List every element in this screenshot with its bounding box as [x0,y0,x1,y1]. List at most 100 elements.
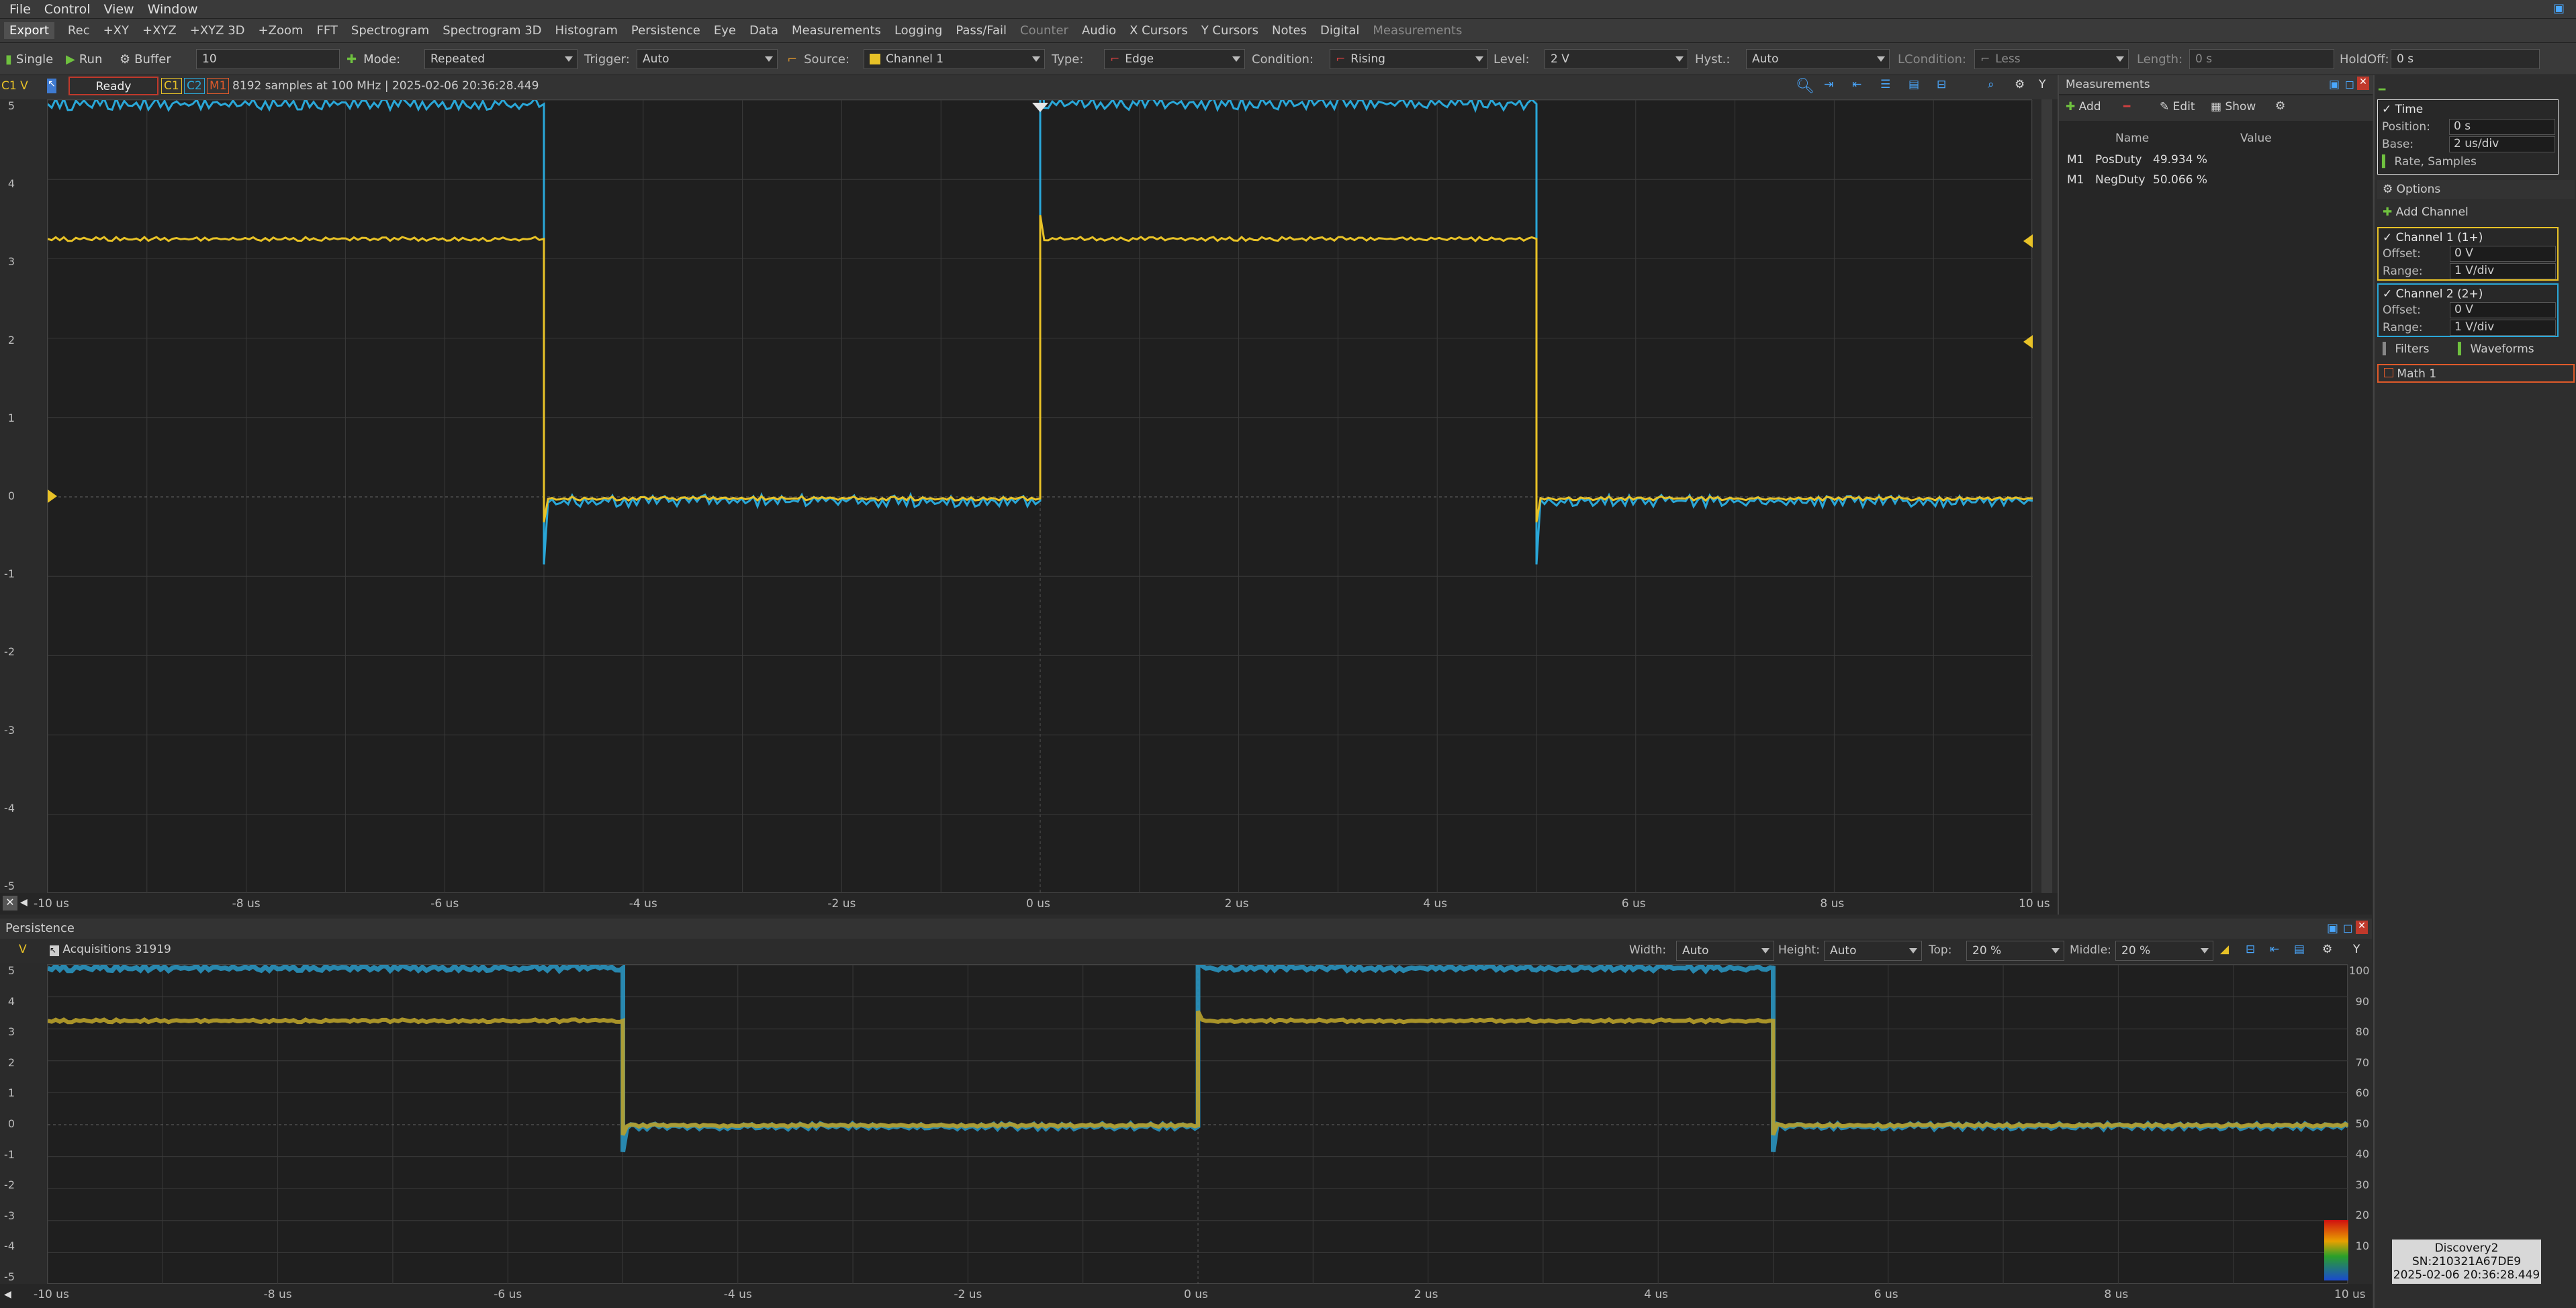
scroll-left-icon[interactable]: ◀ [4,1289,11,1300]
width-select[interactable]: Auto [1676,941,1774,961]
m1-badge[interactable]: M1 [207,78,230,94]
height-select[interactable]: Auto [1824,941,1922,961]
close-icon[interactable]: ✕ [3,896,17,910]
cursor-icon[interactable]: ↖ [47,79,56,93]
fit-icon[interactable]: ⇥ [1824,78,1833,91]
waveforms-tab[interactable]: ▍ Waveforms [2458,342,2534,360]
zoom-icon[interactable]: 🔍︎ [1796,78,1814,95]
view-xyz3d[interactable]: +XYZ 3D [190,24,245,38]
add-channel-button[interactable]: ✚ Add Channel [2377,203,2575,222]
float-icon[interactable]: ▣ [2329,78,2340,91]
math1-group[interactable]: Math 1 [2377,364,2575,383]
holdoff-input[interactable]: 0 s [2391,49,2540,69]
magnify-icon[interactable]: ⌕ [1988,78,1994,91]
scale-icon[interactable]: ⇤ [2270,943,2279,956]
length-input[interactable]: 0 s [2189,49,2334,69]
channel1-right-marker[interactable] [2023,234,2033,248]
maximize-icon[interactable]: ◻ [2345,78,2354,91]
channel2-offset-input[interactable]: 0 V [2450,302,2556,318]
checkbox-icon[interactable] [2384,368,2393,377]
channel1-offset-input[interactable]: 0 V [2450,246,2556,262]
c1-badge[interactable]: C1 [161,78,182,94]
buffer-input[interactable]: 10 [196,49,340,69]
view-passfail[interactable]: Pass/Fail [956,24,1007,38]
channel1-offset-marker[interactable] [48,489,57,503]
type-select[interactable]: ⌐ Edge [1104,49,1245,69]
overlay-icon[interactable]: ▤ [2294,943,2305,956]
remove-measurement-icon[interactable]: ━ [2123,100,2130,113]
view-eye[interactable]: Eye [714,24,736,38]
view-xy[interactable]: +XY [103,24,129,38]
trigger-select[interactable]: Auto [637,49,778,69]
view-x-cursors[interactable]: X Cursors [1130,24,1188,38]
trigger-level-marker[interactable] [2023,335,2033,348]
menu-file[interactable]: File [9,2,31,17]
view-xyz[interactable]: +XYZ [142,24,177,38]
scale-icon[interactable]: ⇤ [1852,78,1861,91]
vertical-scrollbar[interactable] [2041,99,2052,915]
view-fft[interactable]: FFT [317,24,338,38]
y-button[interactable]: Y [2039,78,2045,91]
channel1-range-input[interactable]: 1 V/div [2450,263,2556,279]
add-measurement-button[interactable]: ✚ Add [2066,100,2101,113]
overlay-icon[interactable]: ▤ [1908,78,1919,91]
view-notes[interactable]: Notes [1272,24,1307,38]
channel2-range-input[interactable]: 1 V/div [2450,320,2556,336]
show-button[interactable]: ▦ Show [2211,100,2256,113]
measurement-row[interactable]: M1 NegDuty 50.066 % [2059,171,2373,189]
view-audio[interactable]: Audio [1082,24,1116,38]
position-icon[interactable]: ☰ [1880,78,1890,91]
menu-window[interactable]: Window [148,2,198,17]
mode-select[interactable]: Repeated [424,49,578,69]
float-icon[interactable]: ▣ [2327,921,2338,935]
view-spectrogram[interactable]: Spectrogram [351,24,429,38]
view-persistence[interactable]: Persistence [631,24,700,38]
view-y-cursors[interactable]: Y Cursors [1201,24,1258,38]
source-select[interactable]: Channel 1 [864,49,1045,69]
menu-view[interactable]: View [103,2,134,17]
menu-control[interactable]: Control [44,2,91,17]
view-counter[interactable]: Counter [1020,24,1068,38]
run-button[interactable]: ▶ Run [66,50,102,68]
edit-measurement-button[interactable]: ✎ Edit [2160,100,2195,113]
lcondition-select[interactable]: ⌐ Less [1974,49,2129,69]
c2-badge[interactable]: C2 [184,78,205,94]
window-restore-icon[interactable]: ▣ [2553,1,2569,16]
color-icon[interactable]: ◢ [2220,943,2229,956]
view-digital[interactable]: Digital [1320,24,1359,38]
channel2-title[interactable]: ✓ Channel 2 (2+) [2383,287,2483,302]
close-icon[interactable]: ✕ [2357,77,2369,90]
top-select[interactable]: 20 % [1966,941,2064,961]
settings-icon[interactable]: ⚙ [2015,78,2025,91]
scroll-left-icon[interactable]: ◀ [20,897,28,908]
y-button[interactable]: Y [2353,943,2360,956]
rate-samples-link[interactable]: ▍ Rate, Samples [2382,155,2477,170]
view-logging[interactable]: Logging [894,24,942,38]
persistence-plot[interactable] [47,964,2348,1284]
middle-select[interactable]: 20 % [2115,941,2213,961]
view-export[interactable]: Export [4,22,54,39]
gear-icon[interactable]: ⚙ [2275,99,2285,113]
scope-plot[interactable] [47,99,2033,894]
view-data[interactable]: Data [749,24,778,38]
view-zoom[interactable]: +Zoom [259,24,304,38]
single-button[interactable]: ▮ Single [5,50,53,68]
stack-icon[interactable]: ⊟ [2246,943,2255,956]
time-title[interactable]: ✓ Time [2382,103,2423,118]
view-histogram[interactable]: Histogram [555,24,618,38]
close-icon[interactable]: ✕ [2356,921,2368,934]
settings-icon[interactable]: ⚙ [2322,943,2332,956]
maximize-icon[interactable]: ◻ [2343,921,2353,935]
hyst-select[interactable]: Auto [1746,49,1890,69]
view-spectrogram-3d[interactable]: Spectrogram 3D [443,24,541,38]
level-input[interactable]: 2 V [1545,49,1688,69]
view-rec[interactable]: Rec [68,24,90,38]
base-input[interactable]: 2 us/div [2449,136,2555,152]
position-input[interactable]: 0 s [2449,119,2555,135]
stack-icon[interactable]: ⊟ [1937,78,1946,91]
condition-select[interactable]: ⌐ Rising [1330,49,1488,69]
view-measurements-2[interactable]: Measurements [1373,24,1462,38]
filters-tab[interactable]: ▍ Filters [2383,342,2429,360]
measurement-row[interactable]: M1 PosDuty 49.934 % [2059,150,2373,169]
view-measurements[interactable]: Measurements [792,24,881,38]
